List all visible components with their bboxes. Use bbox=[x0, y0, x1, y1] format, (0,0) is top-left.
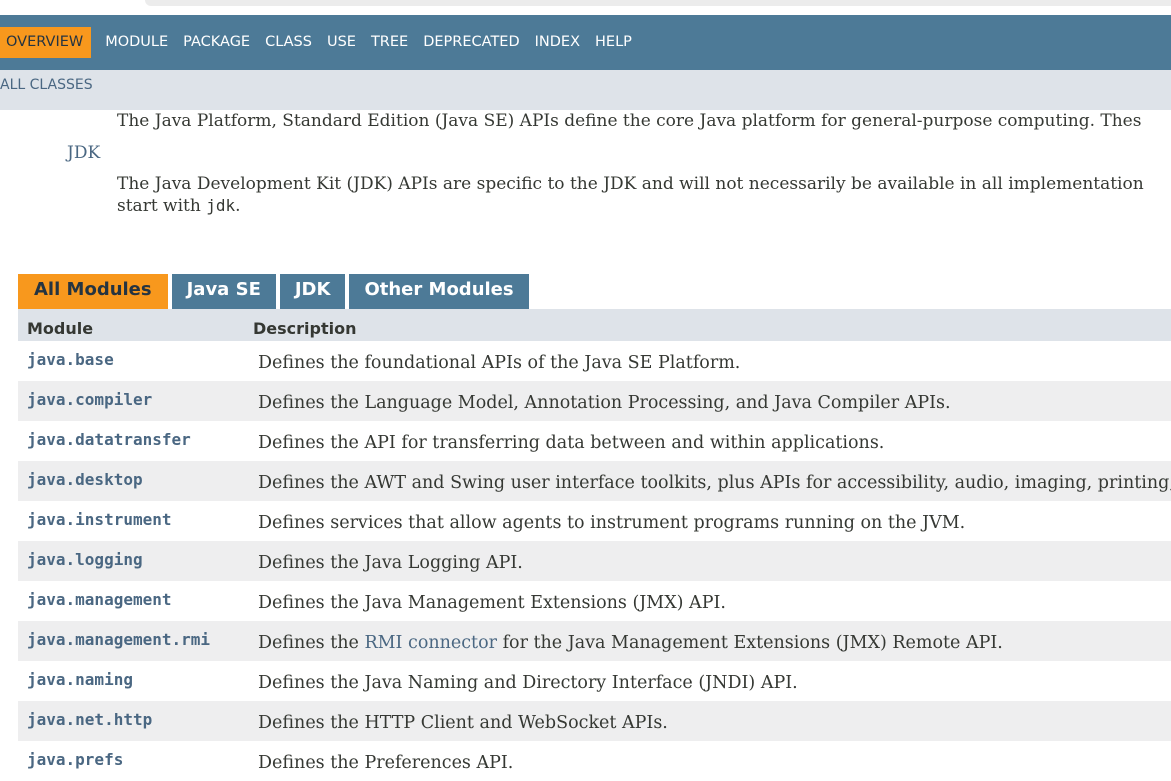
module-link[interactable]: java.management.rmi bbox=[27, 630, 210, 649]
desc-prefix: Defines the bbox=[258, 633, 365, 653]
module-description: Defines the RMI connector for the Java M… bbox=[258, 633, 1003, 653]
module-link[interactable]: java.net.http bbox=[27, 710, 152, 729]
module-description: Defines the Java Management Extensions (… bbox=[258, 593, 726, 613]
jdk-desc-line2: start with jdk. bbox=[117, 195, 1144, 217]
table-row: java.naming Defines the Java Naming and … bbox=[18, 661, 1171, 701]
module-link[interactable]: java.prefs bbox=[27, 750, 123, 769]
tab-jdk[interactable]: JDK bbox=[279, 274, 346, 309]
jdk-desc-line1: The Java Development Kit (JDK) APIs are … bbox=[117, 174, 1144, 194]
nav-overview[interactable]: OVERVIEW bbox=[0, 27, 92, 58]
tab-all-modules[interactable]: All Modules bbox=[18, 274, 168, 309]
table-row: java.logging Defines the Java Logging AP… bbox=[18, 541, 1171, 581]
table-row: java.instrument Defines services that al… bbox=[18, 501, 1171, 541]
tab-other-modules[interactable]: Other Modules bbox=[349, 274, 529, 309]
table-row: java.management Defines the Java Managem… bbox=[18, 581, 1171, 621]
top-navbar: OVERVIEW MODULE PACKAGE CLASS USE TREE D… bbox=[0, 15, 1171, 70]
module-description: Defines the Preferences API. bbox=[258, 753, 514, 773]
top-scroll-region bbox=[145, 0, 1171, 6]
header-module: Module bbox=[27, 319, 94, 338]
browser-top-strip bbox=[0, 0, 1171, 15]
table-row: java.desktop Defines the AWT and Swing u… bbox=[18, 461, 1171, 501]
desc-suffix: for the Java Management Extensions (JMX)… bbox=[497, 633, 1003, 653]
modules-table: Module Description java.base Defines the… bbox=[18, 309, 1171, 781]
module-description: Defines the Java Logging API. bbox=[258, 553, 523, 573]
module-link[interactable]: java.logging bbox=[27, 550, 143, 569]
header-description: Description bbox=[253, 319, 357, 338]
all-classes-link[interactable]: ALL CLASSES bbox=[0, 70, 93, 100]
nav-module[interactable]: MODULE bbox=[105, 27, 168, 58]
nav-help[interactable]: HELP bbox=[595, 27, 632, 58]
jdk-group-link[interactable]: JDK bbox=[67, 143, 100, 163]
module-link[interactable]: java.datatransfer bbox=[27, 430, 191, 449]
nav-package[interactable]: PACKAGE bbox=[183, 27, 250, 58]
nav-tree[interactable]: TREE bbox=[371, 27, 408, 58]
table-row: java.prefs Defines the Preferences API. bbox=[18, 741, 1171, 781]
jdk-desc-suffix: . bbox=[235, 196, 241, 216]
rmi-connector-link[interactable]: RMI connector bbox=[364, 633, 497, 653]
nav-index[interactable]: INDEX bbox=[535, 27, 580, 58]
nav-use[interactable]: USE bbox=[327, 27, 356, 58]
table-row: java.compiler Defines the Language Model… bbox=[18, 381, 1171, 421]
module-description: Defines services that allow agents to in… bbox=[258, 513, 966, 533]
jdk-group-description: The Java Development Kit (JDK) APIs are … bbox=[117, 173, 1144, 217]
module-link[interactable]: java.naming bbox=[27, 670, 133, 689]
nav-class[interactable]: CLASS bbox=[265, 27, 312, 58]
module-link[interactable]: java.management bbox=[27, 590, 172, 609]
table-row: java.management.rmi Defines the RMI conn… bbox=[18, 621, 1171, 661]
module-link[interactable]: java.desktop bbox=[27, 470, 143, 489]
module-description: Defines the Language Model, Annotation P… bbox=[258, 393, 951, 413]
jdk-code: jdk bbox=[206, 196, 236, 215]
module-link[interactable]: java.instrument bbox=[27, 510, 172, 529]
table-row: java.net.http Defines the HTTP Client an… bbox=[18, 701, 1171, 741]
jdk-desc-prefix: start with bbox=[117, 196, 207, 216]
module-description: Defines the API for transferring data be… bbox=[258, 433, 885, 453]
module-tabs: All Modules Java SE JDK Other Modules bbox=[18, 274, 533, 309]
tab-java-se[interactable]: Java SE bbox=[171, 274, 276, 309]
module-link[interactable]: java.compiler bbox=[27, 390, 152, 409]
module-description: Defines the foundational APIs of the Jav… bbox=[258, 353, 741, 373]
nav-deprecated[interactable]: DEPRECATED bbox=[423, 27, 519, 58]
table-row: java.base Defines the foundational APIs … bbox=[18, 341, 1171, 381]
javase-group-description: The Java Platform, Standard Edition (Jav… bbox=[117, 111, 1142, 131]
table-row: java.datatransfer Defines the API for tr… bbox=[18, 421, 1171, 461]
table-header: Module Description bbox=[18, 309, 1171, 341]
module-description: Defines the Java Naming and Directory In… bbox=[258, 673, 798, 693]
sub-navbar: ALL CLASSES bbox=[0, 70, 1171, 110]
module-link[interactable]: java.base bbox=[27, 350, 114, 369]
module-description: Defines the HTTP Client and WebSocket AP… bbox=[258, 713, 668, 733]
module-description: Defines the AWT and Swing user interface… bbox=[258, 473, 1171, 493]
